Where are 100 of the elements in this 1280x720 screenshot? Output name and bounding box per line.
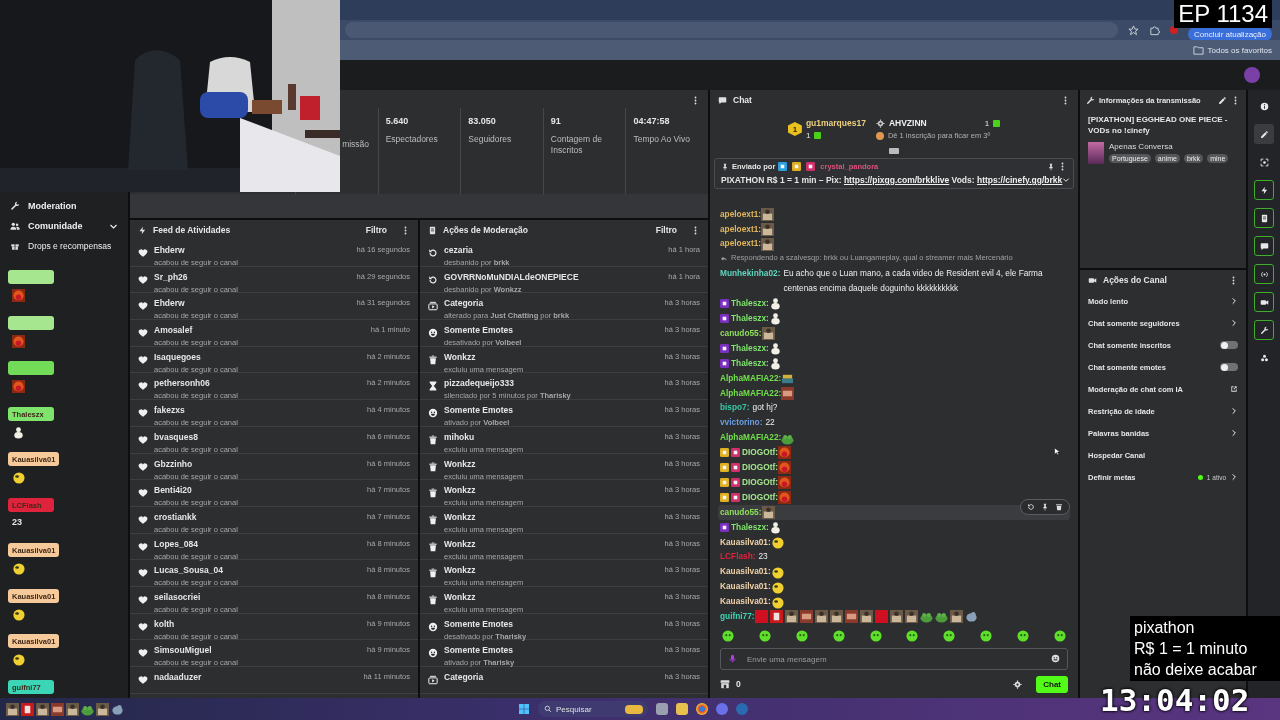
chat-username[interactable]: DIOGOtf: <box>742 476 778 487</box>
chat-username[interactable]: DIOGOtf: <box>742 462 778 473</box>
event-name: pizzadequeijo333 <box>444 378 515 389</box>
chat-message: 23 <box>12 516 22 527</box>
chat-username[interactable]: Thaleszx: <box>731 312 769 323</box>
stat-label: Tempo Ao Vivo <box>633 134 691 146</box>
chat-username[interactable]: Thaleszx: <box>731 357 769 368</box>
link[interactable]: https://pixgg.com/brkklive <box>843 175 950 185</box>
sidebar-item[interactable]: Drops e recompensas <box>0 236 128 256</box>
event-name: Wonkzz <box>444 565 477 576</box>
points-count: 0 <box>736 679 741 689</box>
stat-value: 5.640 <box>385 116 410 126</box>
chat-username[interactable]: AlphaMAFIA22: <box>720 432 782 443</box>
pinned-text: PIXATHON R$ 1 = 1 min – Pix: https://pixgg.com/brkklive Vods: https://cinefy.gg/brkk <box>721 175 1063 185</box>
chat-username[interactable]: apeloext1: <box>720 223 762 234</box>
event-name: Wonkzz <box>444 538 477 549</box>
chat-username[interactable]: AlphaMAFIA22: <box>720 372 782 383</box>
event-name: Wonkzz <box>444 511 477 522</box>
event-name: Somente Emotes <box>444 645 514 656</box>
stat-value: 91 <box>550 116 562 126</box>
chat-message: Eu acho que o Luan mano, a cada video de Resident evil 4, ele Farma centenas encima daquele doguinho kkkkkkkkkk <box>783 267 1044 296</box>
chat-username[interactable]: Kauasilva01: <box>720 581 771 592</box>
chat-username[interactable]: apeloext1: <box>720 208 762 219</box>
event-name: fakezxs <box>154 405 186 416</box>
chat-message: got hj? <box>752 401 779 415</box>
rank-badge: 1 <box>787 122 802 136</box>
chat-message: 22 <box>765 416 776 430</box>
overlay-text: R$ 1 = 1 minuto <box>1134 639 1249 659</box>
event-name: crostiankk <box>154 511 198 522</box>
panel-title: Ações do Canal <box>1103 275 1167 285</box>
event-name: Ehderw <box>154 245 186 255</box>
event-name: Amosalef <box>154 325 194 336</box>
chat-username[interactable]: DIOGOtf: <box>742 447 778 458</box>
stat-label: missão <box>342 139 371 151</box>
event-name: pethersonh06 <box>154 378 211 389</box>
event-name: Somente Emotes <box>444 405 514 416</box>
event-name: Ehderw <box>154 298 186 309</box>
event-name: Wonkzz <box>444 351 477 362</box>
event-name: Categoria <box>444 672 485 682</box>
category-name: Apenas Conversa <box>1109 142 1174 152</box>
chat-username[interactable]: Thaleszx: <box>731 342 769 353</box>
leader-name: AHVZINN <box>888 118 927 128</box>
chat-username[interactable]: Thaleszx: <box>731 298 769 309</box>
event-name: Isaquegoes <box>154 351 202 362</box>
chat-username[interactable]: canudo55: <box>720 327 762 338</box>
stat-label: Contagem de Inscritos <box>550 134 603 157</box>
link[interactable]: https://cinefy.gg/brkk <box>976 175 1063 185</box>
event-name: Benti4i20 <box>154 485 193 496</box>
send-button[interactable]: Chat <box>1036 675 1068 693</box>
overlay-text: pixathon <box>1134 618 1196 638</box>
event-name: SimsouMiguel <box>154 645 213 656</box>
bookmarks-link[interactable]: Todos os favoritos <box>1207 45 1272 55</box>
event-name: Lopes_084 <box>154 538 199 549</box>
chat-username[interactable]: vvictorino: <box>720 415 763 431</box>
event-name: cezaria <box>444 245 474 255</box>
sidebar-item[interactable]: Comunidade <box>0 216 128 236</box>
event-name: nadaaduzer <box>154 672 203 682</box>
chat-username[interactable]: guifni77: <box>720 611 755 622</box>
chat-username[interactable]: AlphaMAFIA22: <box>720 387 782 398</box>
stat-label: Seguidores <box>468 134 513 146</box>
stream-title: [PIXATHON] EGGHEAD ONE PIECE - VODs no !cinefy <box>1088 114 1229 137</box>
event-name: mihoku <box>444 431 476 442</box>
chat-message: 23 <box>758 550 769 564</box>
panel-title: Feed de Atividades <box>153 225 232 235</box>
chat-username[interactable]: Kauasilva01: <box>720 566 771 577</box>
event-name: Wonkzz <box>444 458 477 469</box>
clock-overlay: 13:04:02 <box>1100 682 1250 718</box>
overlay-text: não deixe acabar <box>1134 660 1258 680</box>
event-name: bvasques8 <box>154 431 199 442</box>
panel-title: Ações de Moderação <box>443 225 530 235</box>
search-field[interactable]: Pesquisar <box>538 701 648 717</box>
gift-count: 1 <box>984 118 990 128</box>
chat-username[interactable]: DIOGOtf: <box>742 491 778 502</box>
event-name: Lucas_Sousa_04 <box>154 565 224 576</box>
stat-value: 83.050 <box>468 116 497 126</box>
event-name: Categoria <box>444 298 485 309</box>
filter-button[interactable]: Filtro <box>357 225 395 235</box>
episode-overlay: EP 1134 <box>1174 0 1272 28</box>
event-name: seilasocriei <box>154 591 202 602</box>
chat-username[interactable]: bispo7: <box>720 400 750 416</box>
chat-username[interactable]: canudo55: <box>720 506 762 517</box>
event-name: Gbzzinho <box>154 458 194 469</box>
chat-username[interactable]: Thaleszx: <box>731 521 769 532</box>
event-name: GOVRRNoMuNDIALdeONEPIECE <box>444 271 580 282</box>
leader-name: gu1marques17 <box>805 118 866 128</box>
event-name: kolth <box>154 618 176 629</box>
event-name: Somente Emotes <box>444 618 514 629</box>
stat-value: 04:47:58 <box>633 116 671 126</box>
chat-username[interactable]: Kauasilva01: <box>720 536 771 547</box>
sidebar-item[interactable]: Moderation <box>0 196 128 216</box>
event-name: Sr_ph26 <box>154 271 189 282</box>
chat-username[interactable]: Kauasilva01: <box>720 596 771 607</box>
message-input[interactable]: Envie uma mensagem <box>720 648 1068 670</box>
chat-username[interactable]: apeloext1: <box>720 238 762 249</box>
event-name: Somente Emotes <box>444 325 514 336</box>
chat-username[interactable]: Munhekinha02: <box>720 266 781 282</box>
panel-title: Chat <box>733 95 753 105</box>
stat-label: Espectadores <box>385 134 439 146</box>
filter-button[interactable]: Filtro <box>647 225 685 235</box>
gift-count: 1 <box>805 131 811 140</box>
